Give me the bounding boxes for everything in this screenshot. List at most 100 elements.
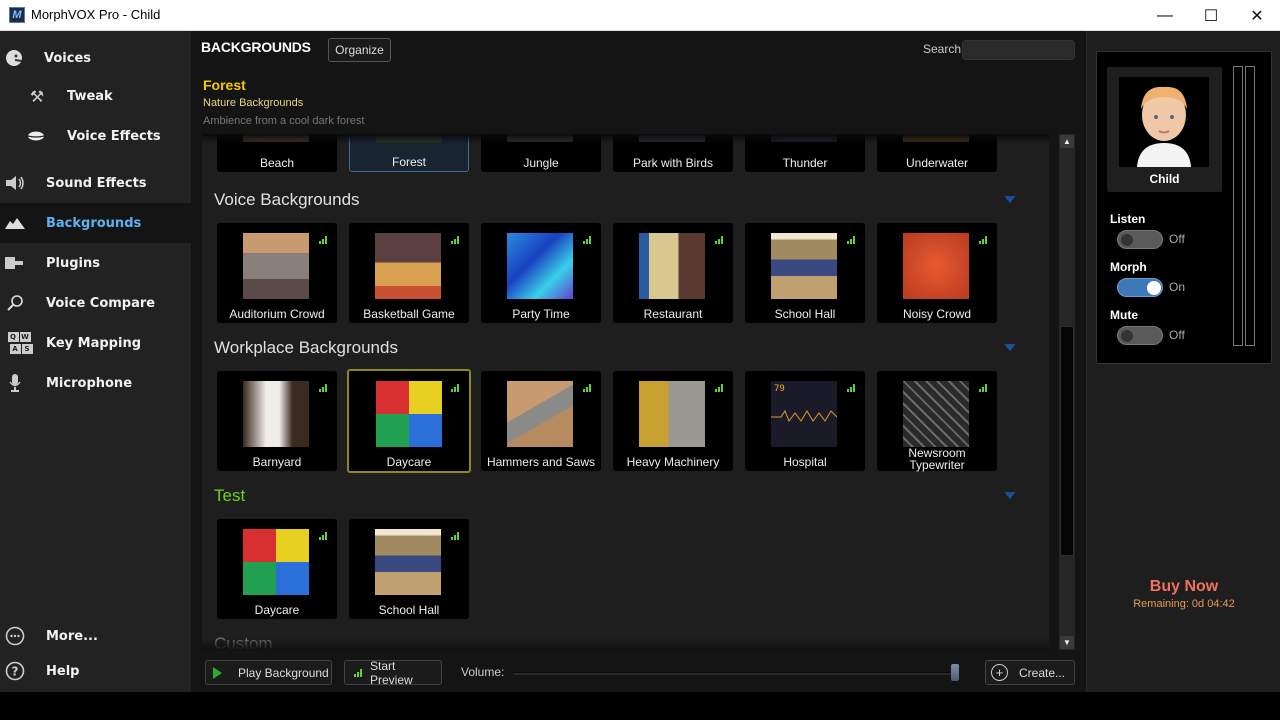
play-background-label: Play Background [238, 665, 329, 680]
collapse-chevron-icon[interactable]: ▼ [1000, 340, 1019, 354]
background-tile-auditorium-crowd[interactable]: Auditorium Crowd [217, 223, 337, 323]
background-thumbnail [243, 381, 309, 447]
collapse-chevron-icon[interactable]: ▼ [1000, 192, 1019, 206]
scrollbar-thumb[interactable] [1060, 326, 1074, 556]
voice-status-box: Child Listen Off Morph On Mute Off [1096, 51, 1272, 364]
search-label: Search [923, 42, 962, 56]
tile-caption: Beach [259, 156, 295, 170]
sidebar-item-voice-compare[interactable]: Voice Compare [0, 283, 191, 323]
keys-icon: QW AS [5, 332, 33, 354]
organize-button[interactable]: Organize [328, 38, 391, 62]
app-logo-icon: M [9, 7, 25, 23]
selected-background-description: Ambience from a cool dark forest [203, 115, 365, 127]
sidebar: Voices ⚒ Tweak Voice Effects Sound Effec… [0, 31, 191, 692]
mountain-icon [4, 212, 26, 234]
tile-caption: Hammers and Saws [486, 455, 596, 469]
list-bottom-shadow [202, 638, 1049, 650]
background-thumbnail [507, 233, 573, 299]
sidebar-item-help[interactable]: ? Help [0, 651, 191, 691]
maximize-button[interactable]: ☐ [1188, 0, 1234, 31]
toggle-knob [1147, 281, 1161, 295]
section-title-workplace-backgrounds: Workplace Backgrounds [214, 338, 398, 357]
background-tile-school-hall[interactable]: School Hall [745, 223, 865, 323]
tile-caption: Underwater [905, 156, 969, 170]
sidebar-item-microphone[interactable]: Microphone [0, 363, 191, 403]
list-scrollbar[interactable]: ▲ ▼ [1059, 134, 1075, 650]
volume-label: Volume: [461, 665, 505, 679]
background-tile-daycare[interactable]: Daycare [217, 519, 337, 619]
signal-icon [847, 236, 857, 244]
sidebar-item-tweak[interactable]: ⚒ Tweak [0, 76, 191, 116]
sidebar-item-key-mapping[interactable]: QW AS Key Mapping [0, 323, 191, 363]
signal-icon [319, 384, 329, 392]
background-tile-daycare[interactable]: Daycare [347, 369, 471, 473]
volume-slider-track[interactable] [513, 672, 959, 675]
background-tile-hammers-and-saws[interactable]: Hammers and Saws [481, 371, 601, 471]
listen-state: Off [1169, 232, 1185, 246]
sidebar-item-label: Voice Effects [67, 128, 161, 144]
sidebar-item-voices[interactable]: Voices [0, 38, 191, 78]
scroll-up-arrow-icon[interactable]: ▲ [1060, 135, 1074, 148]
background-tile-noisy-crowd[interactable]: Noisy Crowd [877, 223, 997, 323]
create-button[interactable]: + Create... [985, 660, 1075, 685]
background-tile-party-time[interactable]: Party Time [481, 223, 601, 323]
signal-icon [847, 384, 857, 392]
scroll-down-arrow-icon[interactable]: ▼ [1060, 636, 1074, 649]
sidebar-item-voice-effects[interactable]: Voice Effects [0, 116, 191, 156]
create-label: Create... [1019, 665, 1066, 680]
toggle-knob [1121, 234, 1133, 246]
background-tile-restaurant[interactable]: Restaurant [613, 223, 733, 323]
start-preview-button[interactable]: Start Preview [344, 659, 442, 687]
svg-text:?: ? [12, 665, 19, 679]
play-background-button[interactable]: Play Background [205, 660, 332, 685]
sidebar-item-label: Plugins [46, 255, 100, 271]
background-thumbnail [507, 381, 573, 447]
background-tile-school-hall[interactable]: School Hall [349, 519, 469, 619]
sidebar-item-backgrounds[interactable]: Backgrounds [0, 203, 191, 243]
background-tile-basketball-game[interactable]: Basketball Game [349, 223, 469, 323]
signal-icon [715, 384, 725, 392]
voice-name: Child [1149, 172, 1180, 186]
speaker-icon [4, 172, 26, 194]
list-top-shadow [202, 134, 1049, 144]
listen-toggle[interactable] [1117, 230, 1163, 249]
sidebar-item-label: Voices [44, 50, 91, 66]
current-voice-card[interactable]: Child [1107, 67, 1222, 192]
tile-caption: Daycare [386, 455, 432, 469]
sidebar-item-plugins[interactable]: Plugins [0, 243, 191, 283]
minimize-button[interactable]: — [1142, 0, 1188, 31]
background-thumbnail [376, 381, 442, 447]
mute-toggle[interactable] [1117, 326, 1163, 345]
search-input[interactable] [962, 40, 1075, 60]
volume-slider-thumb[interactable] [950, 664, 959, 681]
background-thumbnail [903, 381, 969, 447]
sidebar-item-label: More... [46, 628, 98, 644]
buy-now-link[interactable]: Buy Now [1087, 578, 1280, 596]
background-tile-heavy-machinery[interactable]: Heavy Machinery [613, 371, 733, 471]
app-window: M MorphVOX Pro - Child — ☐ ✕ Voices ⚒ Tw… [0, 0, 1280, 720]
plug-icon [4, 252, 26, 274]
selected-background-name: Forest [203, 77, 246, 93]
tile-caption: Park with Birds [632, 156, 714, 170]
mute-state: Off [1169, 328, 1185, 342]
collapse-chevron-icon[interactable]: ▼ [1000, 488, 1019, 502]
backgrounds-panel: BACKGROUNDS Organize Search Forest Natur… [191, 31, 1086, 692]
sidebar-item-label: Key Mapping [46, 335, 141, 351]
toggle-knob [1121, 330, 1133, 342]
sidebar-item-sound-effects[interactable]: Sound Effects [0, 163, 191, 203]
tile-caption: Auditorium Crowd [229, 307, 325, 321]
background-tile-hospital[interactable]: 79 Hospital [745, 371, 865, 471]
morph-label: Morph [1110, 260, 1147, 274]
background-thumbnail: 79 [771, 381, 838, 447]
background-tile-barnyard[interactable]: Barnyard [217, 371, 337, 471]
background-tile-newsroom-typewriter[interactable]: Newsroom Typewriter [877, 371, 997, 471]
listen-label: Listen [1110, 212, 1146, 226]
morph-toggle[interactable] [1117, 278, 1163, 297]
backgrounds-list: Beach Forest Jungle Park with Birds Thun… [202, 134, 1049, 650]
more-icon [4, 625, 26, 647]
sidebar-item-more[interactable]: More... [0, 616, 191, 656]
close-button[interactable]: ✕ [1234, 0, 1280, 31]
background-thumbnail [771, 233, 837, 299]
background-thumbnail [375, 529, 441, 595]
signal-icon [979, 384, 989, 392]
